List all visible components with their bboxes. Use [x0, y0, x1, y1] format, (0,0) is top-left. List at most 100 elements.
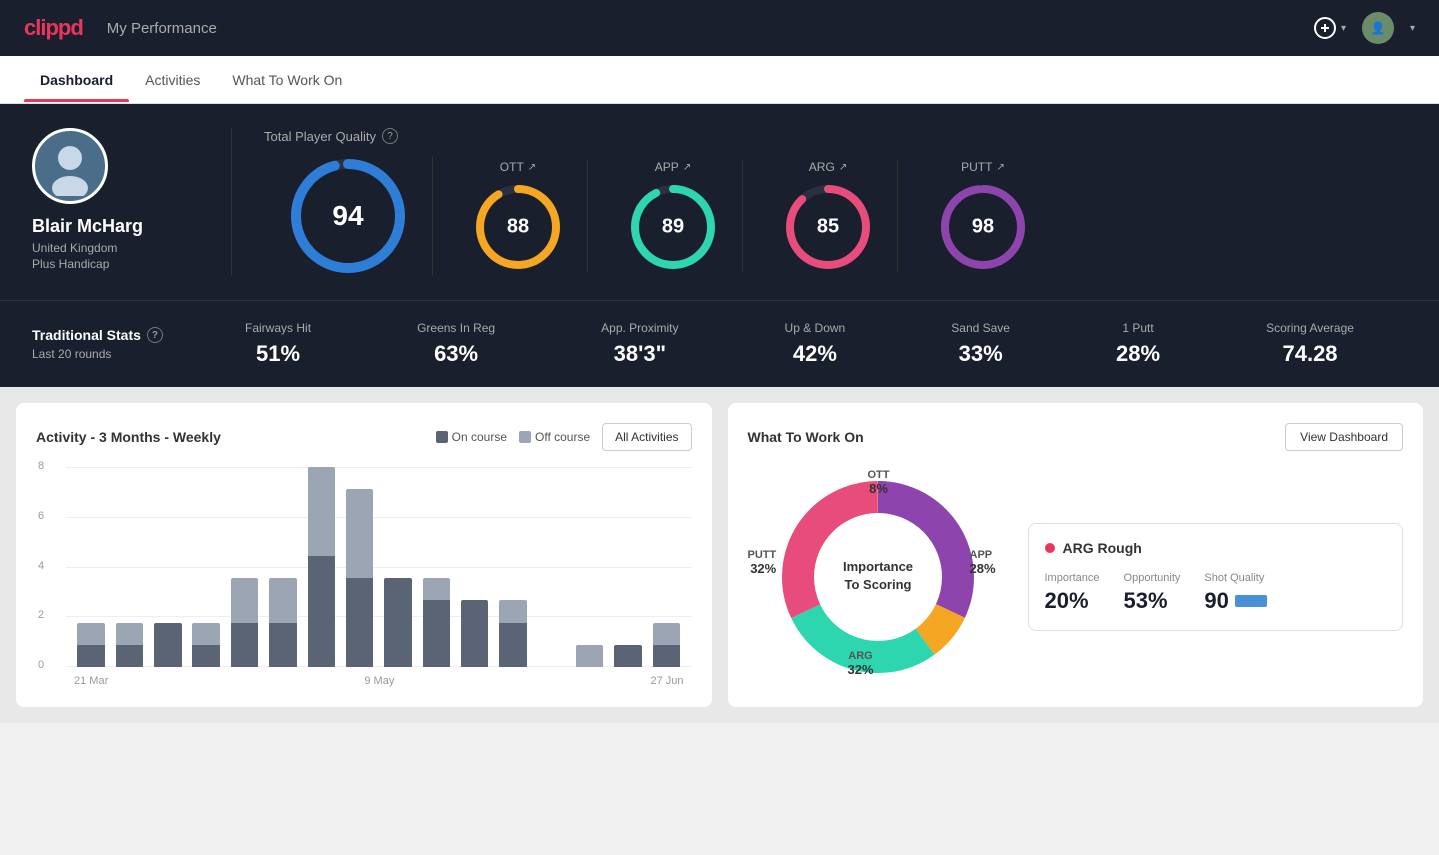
stat-sandsave: Sand Save 33% — [951, 321, 1010, 367]
svg-text:Importance: Importance — [842, 559, 912, 574]
ott-gauge: 88 — [473, 182, 563, 272]
putt-donut-label: PUTT 32% — [748, 549, 777, 576]
main-score-value: 94 — [332, 200, 363, 232]
tab-what-to-work-on[interactable]: What To Work On — [216, 58, 358, 102]
putt-value: 98 — [972, 216, 994, 239]
bar-stack — [576, 645, 603, 667]
logo-area: clippd My Performance — [24, 15, 217, 41]
donut-area: Importance To Scoring OTT 8% APP 28% ARG — [748, 467, 1008, 687]
tabs-bar: Dashboard Activities What To Work On — [0, 56, 1439, 104]
bar-stack — [384, 578, 411, 667]
legend-off-dot — [519, 431, 531, 443]
app-gauge: 89 — [628, 182, 718, 272]
trad-label-area: Traditional Stats ? Last 20 rounds — [32, 327, 192, 361]
bar-group — [611, 467, 645, 667]
activity-header: Activity - 3 Months - Weekly On course O… — [36, 423, 692, 451]
bars-container — [66, 467, 692, 667]
tab-dashboard[interactable]: Dashboard — [24, 58, 129, 102]
on-course-bar — [423, 600, 450, 667]
on-course-bar — [384, 578, 411, 667]
on-course-bar — [269, 623, 296, 667]
bar-stack — [423, 578, 450, 667]
activity-card: Activity - 3 Months - Weekly On course O… — [16, 403, 712, 707]
add-button[interactable]: ▾ — [1313, 16, 1346, 40]
bar-stack — [614, 645, 641, 667]
bar-group — [112, 467, 146, 667]
work-card: What To Work On View Dashboard — [728, 403, 1424, 707]
stat-proximity: App. Proximity 38'3" — [601, 321, 678, 367]
svg-text:To Scoring: To Scoring — [844, 577, 911, 592]
bar-stack — [231, 578, 258, 667]
off-course-bar — [77, 623, 104, 645]
off-course-bar — [423, 578, 450, 600]
view-dashboard-button[interactable]: View Dashboard — [1285, 423, 1403, 451]
bottom-section: Activity - 3 Months - Weekly On course O… — [0, 387, 1439, 723]
hero-section: Blair McHarg United Kingdom Plus Handica… — [0, 104, 1439, 300]
metric-importance: Importance 20% — [1045, 572, 1100, 614]
scores-row: 94 OTT ↗ 88 AP — [264, 156, 1407, 276]
legend-off-course: Off course — [519, 430, 590, 444]
trad-subtitle: Last 20 rounds — [32, 347, 192, 361]
bar-stack — [77, 623, 104, 667]
score-arg: ARG ↗ 85 — [759, 160, 898, 272]
on-course-bar — [231, 623, 258, 667]
arg-label: ARG ↗ — [809, 160, 847, 174]
off-course-bar — [346, 489, 373, 578]
bar-group — [189, 467, 223, 667]
all-activities-button[interactable]: All Activities — [602, 423, 691, 451]
on-course-bar — [461, 600, 488, 667]
highlight-metrics: Importance 20% Opportunity 53% Shot Qual… — [1045, 572, 1387, 614]
bar-group — [649, 467, 683, 667]
highlight-title: ARG Rough — [1045, 540, 1387, 556]
bar-stack — [461, 600, 488, 667]
putt-gauge: 98 — [938, 182, 1028, 272]
main-gauge: 94 — [288, 156, 408, 276]
off-course-bar — [116, 623, 143, 645]
stat-1putt: 1 Putt 28% — [1116, 321, 1160, 367]
scores-section: Total Player Quality ? 94 OTT ↗ — [232, 128, 1407, 276]
trad-help-icon[interactable]: ? — [147, 327, 163, 343]
tab-activities[interactable]: Activities — [129, 58, 216, 102]
score-ott: OTT ↗ 88 — [449, 160, 588, 272]
on-course-bar — [614, 645, 641, 667]
bar-group — [572, 467, 606, 667]
help-icon[interactable]: ? — [382, 128, 398, 144]
arg-value: 85 — [817, 216, 839, 239]
shot-quality-bar — [1235, 595, 1267, 607]
legend-on-dot — [436, 431, 448, 443]
stat-updown: Up & Down 42% — [785, 321, 846, 367]
profile-handicap: Plus Handicap — [32, 257, 109, 271]
bar-group — [151, 467, 185, 667]
ott-donut-label: OTT 8% — [868, 469, 890, 496]
user-avatar[interactable]: 👤 — [1362, 12, 1394, 44]
x-labels: 21 Mar 9 May 27 Jun — [66, 675, 692, 687]
profile-name: Blair McHarg — [32, 216, 143, 237]
stat-fairways: Fairways Hit 51% — [245, 321, 311, 367]
off-course-bar — [308, 467, 335, 556]
bar-stack — [308, 467, 335, 667]
work-title: What To Work On — [748, 429, 864, 445]
bar-group — [342, 467, 376, 667]
on-course-bar — [77, 645, 104, 667]
off-course-bar — [499, 600, 526, 622]
stat-scoring: Scoring Average 74.28 — [1266, 321, 1354, 367]
traditional-stats: Traditional Stats ? Last 20 rounds Fairw… — [0, 300, 1439, 387]
on-course-bar — [653, 645, 680, 667]
legend-on-course: On course — [436, 430, 507, 444]
on-course-bar — [116, 645, 143, 667]
app-label: APP ↗ — [655, 160, 691, 174]
on-course-bar — [308, 556, 335, 667]
putt-label: PUTT ↗ — [961, 160, 1005, 174]
ott-label: OTT ↗ — [500, 160, 536, 174]
bar-group — [496, 467, 530, 667]
bar-group — [266, 467, 300, 667]
app-donut-label: APP 28% — [970, 549, 996, 576]
bar-stack — [116, 623, 143, 667]
header-title: My Performance — [107, 20, 217, 37]
bar-group — [419, 467, 453, 667]
header-actions: ▾ 👤 ▾ — [1313, 12, 1415, 44]
on-course-bar — [154, 623, 181, 667]
highlight-card: ARG Rough Importance 20% Opportunity 53%… — [1028, 523, 1404, 631]
trad-title: Traditional Stats ? — [32, 327, 192, 343]
app-value: 89 — [662, 216, 684, 239]
